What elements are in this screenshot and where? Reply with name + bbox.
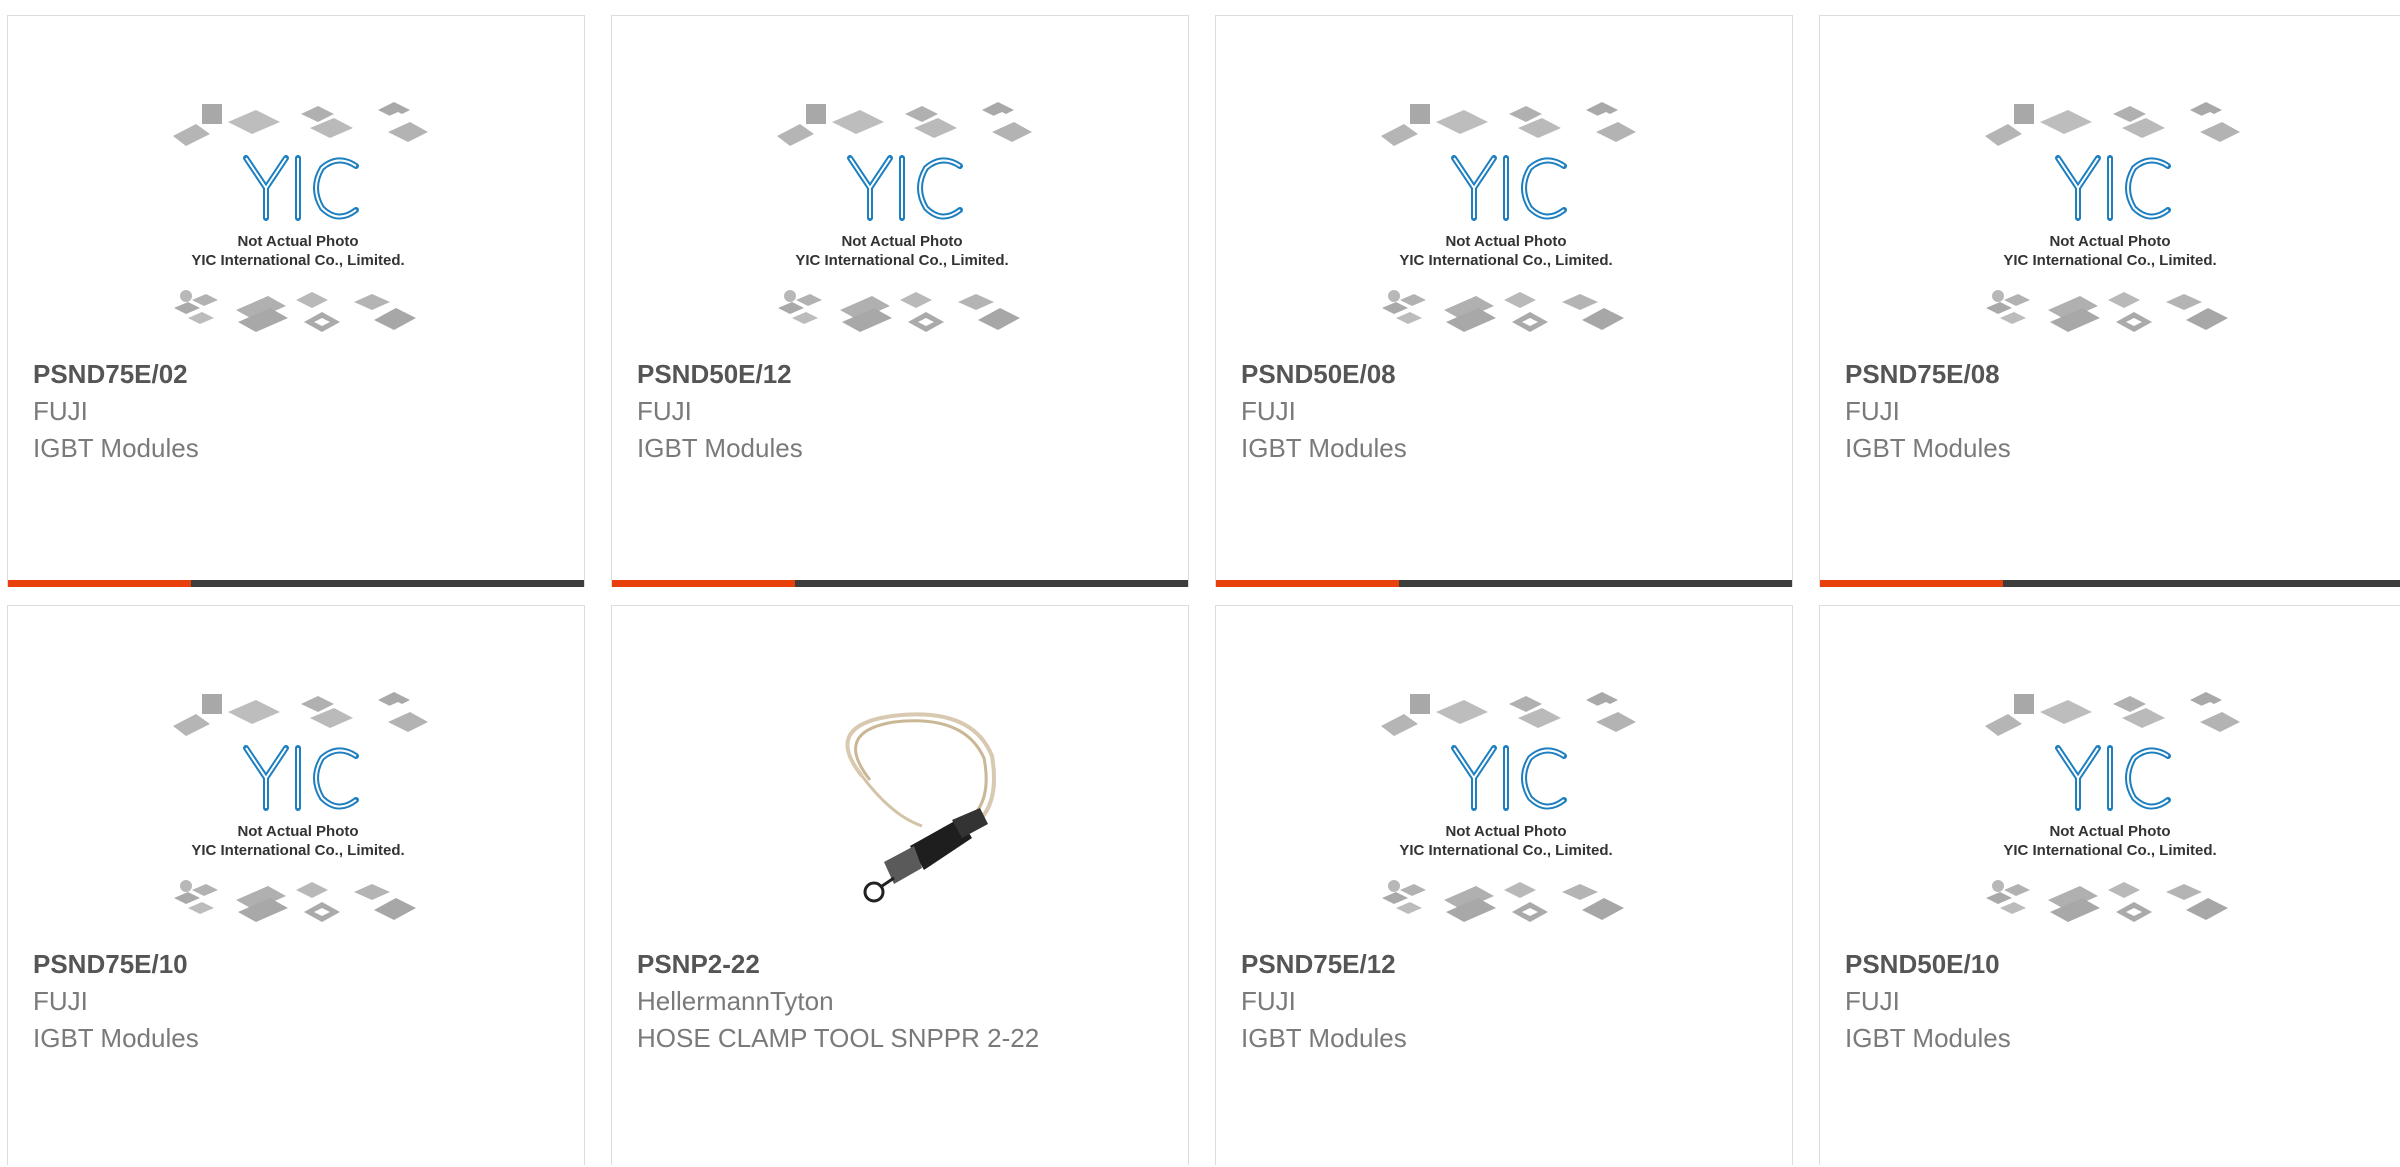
description: IGBT Modules: [33, 433, 199, 463]
product-image[interactable]: Not Actual Photo YIC International Co., …: [158, 686, 438, 936]
part-number[interactable]: PSND50E/12: [637, 355, 1067, 393]
placeholder-line2: YIC International Co., Limited.: [191, 252, 404, 269]
card-bar: [612, 580, 1188, 587]
product-card[interactable]: Not Actual Photo YIC International Co., …: [1215, 605, 1793, 1165]
product-card[interactable]: Not Actual Photo YIC International Co., …: [1819, 15, 2400, 587]
product-card[interactable]: Not Actual Photo YIC International Co., …: [1215, 15, 1793, 587]
part-number[interactable]: PSND75E/08: [1845, 355, 2275, 393]
product-image[interactable]: Not Actual Photo YIC International Co., …: [762, 96, 1042, 346]
card-bar-accent: [1216, 580, 1399, 587]
product-image[interactable]: [762, 686, 1042, 936]
product-card[interactable]: Not Actual Photo YIC International Co., …: [611, 15, 1189, 587]
placeholder-line2: YIC International Co., Limited.: [2003, 252, 2216, 269]
product-card[interactable]: PSNP2-22 HellermannTyton HOSE CLAMP TOOL…: [611, 605, 1189, 1165]
description: HOSE CLAMP TOOL SNPPR 2-22: [637, 1023, 1040, 1053]
part-number[interactable]: PSND75E/12: [1241, 945, 1671, 983]
card-bar: [8, 580, 584, 587]
description: IGBT Modules: [637, 433, 803, 463]
manufacturer: HellermannTyton: [637, 986, 834, 1016]
description: IGBT Modules: [1241, 433, 1407, 463]
manufacturer: FUJI: [1241, 986, 1296, 1016]
product-card[interactable]: Not Actual Photo YIC International Co., …: [1819, 605, 2400, 1165]
manufacturer: FUJI: [33, 986, 88, 1016]
placeholder-line1: Not Actual Photo: [1445, 233, 1566, 250]
placeholder-line2: YIC International Co., Limited.: [795, 252, 1008, 269]
manufacturer: FUJI: [1845, 396, 1900, 426]
product-image[interactable]: Not Actual Photo YIC International Co., …: [1970, 96, 2250, 346]
placeholder-line2: YIC International Co., Limited.: [191, 842, 404, 859]
placeholder-line2: YIC International Co., Limited.: [1399, 842, 1612, 859]
manufacturer: FUJI: [1845, 986, 1900, 1016]
part-number[interactable]: PSND75E/02: [33, 355, 463, 393]
placeholder-line1: Not Actual Photo: [841, 233, 962, 250]
card-bar-accent: [8, 580, 191, 587]
product-card[interactable]: Not Actual Photo YIC International Co., …: [7, 605, 585, 1165]
placeholder-line1: Not Actual Photo: [237, 233, 358, 250]
card-bar: [1820, 580, 2400, 587]
description: IGBT Modules: [1241, 1023, 1407, 1053]
placeholder-line1: Not Actual Photo: [237, 823, 358, 840]
product-image[interactable]: Not Actual Photo YIC International Co., …: [1366, 686, 1646, 936]
placeholder-line1: Not Actual Photo: [1445, 823, 1566, 840]
product-image[interactable]: Not Actual Photo YIC International Co., …: [1970, 686, 2250, 936]
part-number[interactable]: PSND50E/08: [1241, 355, 1671, 393]
description: IGBT Modules: [1845, 433, 2011, 463]
part-number[interactable]: PSND75E/10: [33, 945, 463, 983]
product-image[interactable]: Not Actual Photo YIC International Co., …: [158, 96, 438, 346]
description: IGBT Modules: [1845, 1023, 2011, 1053]
placeholder-line2: YIC International Co., Limited.: [1399, 252, 1612, 269]
card-bar: [1216, 580, 1792, 587]
part-number[interactable]: PSND50E/10: [1845, 945, 2275, 983]
part-number[interactable]: PSNP2-22: [637, 945, 1067, 983]
placeholder-line2: YIC International Co., Limited.: [2003, 842, 2216, 859]
manufacturer: FUJI: [637, 396, 692, 426]
placeholder-line1: Not Actual Photo: [2049, 823, 2170, 840]
description: IGBT Modules: [33, 1023, 199, 1053]
card-bar-accent: [1820, 580, 2003, 587]
manufacturer: FUJI: [33, 396, 88, 426]
product-image[interactable]: Not Actual Photo YIC International Co., …: [1366, 96, 1646, 346]
product-card[interactable]: Not Actual Photo YIC International Co., …: [7, 15, 585, 587]
manufacturer: FUJI: [1241, 396, 1296, 426]
placeholder-line1: Not Actual Photo: [2049, 233, 2170, 250]
card-bar-accent: [612, 580, 795, 587]
